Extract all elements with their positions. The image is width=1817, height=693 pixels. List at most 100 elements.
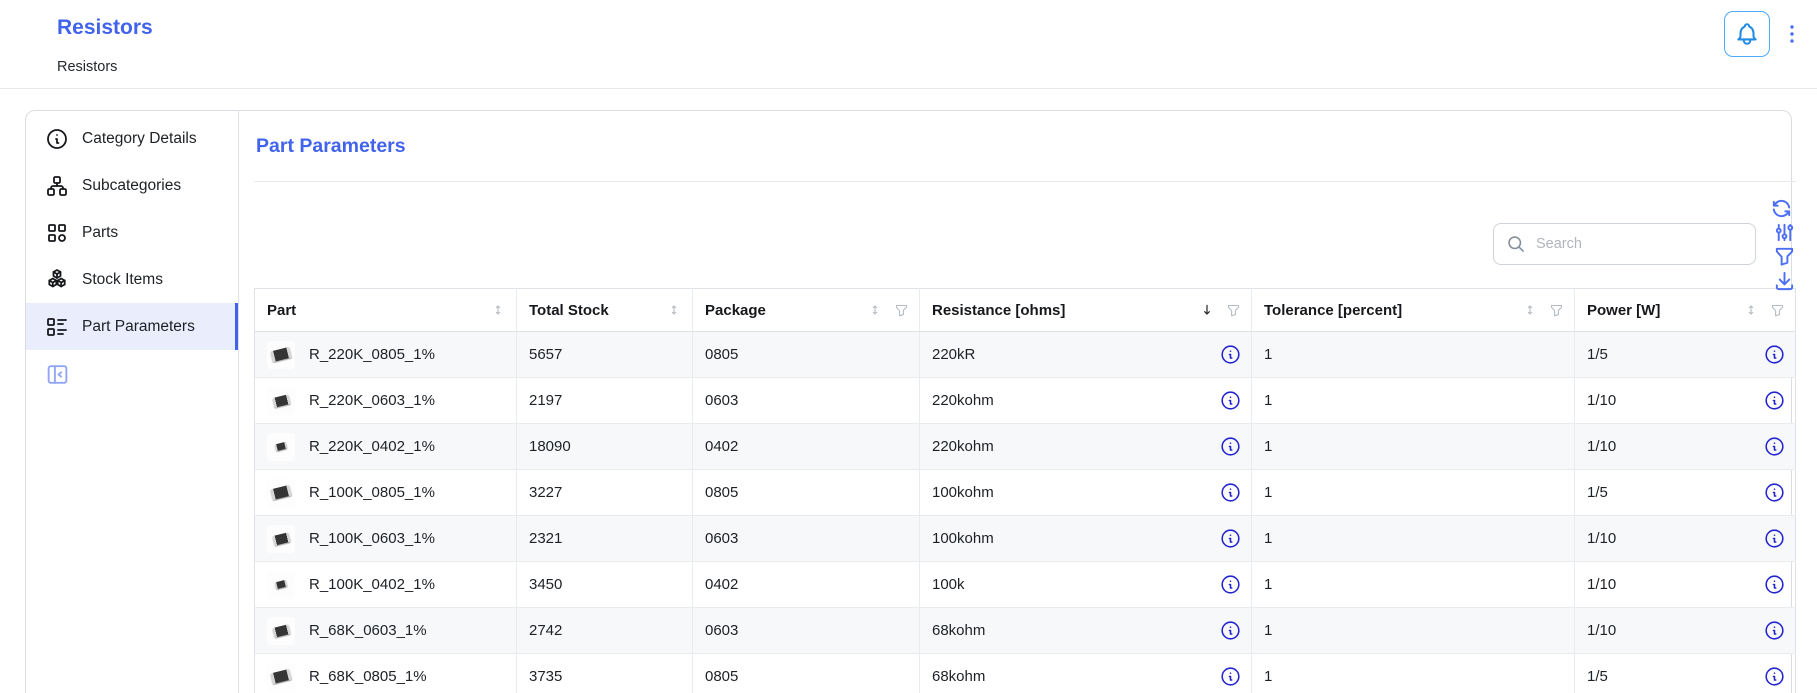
filter-icon <box>1773 245 1796 268</box>
tolerance-value: 1 <box>1264 346 1272 363</box>
column-filter-icon[interactable] <box>1226 303 1241 318</box>
part-parameters-table: Part Total Stock Package Resistance [ohms] T… <box>254 288 1796 693</box>
table-row[interactable]: R_100K_0402_1%34500402100k11/10 <box>255 562 1796 608</box>
panel-tabs: Category Details Subcategories Parts Stock … <box>26 111 239 693</box>
refresh-button[interactable] <box>1769 196 1793 220</box>
info-icon <box>1764 528 1785 549</box>
column-filter-icon[interactable] <box>894 303 909 318</box>
power-info-button[interactable] <box>1763 482 1785 504</box>
sidebar-item-label: Subcategories <box>82 177 181 195</box>
notifications-button[interactable] <box>1724 11 1770 57</box>
package-value: 0805 <box>705 346 738 363</box>
total-stock-value: 3227 <box>529 484 562 501</box>
column-header-resistance-ohms[interactable]: Resistance [ohms] <box>920 289 1252 332</box>
package-value: 0603 <box>705 622 738 639</box>
sort-updown-icon <box>666 302 682 318</box>
table-row[interactable]: R_220K_0603_1%21970603220kohm11/10 <box>255 378 1796 424</box>
power-info-button[interactable] <box>1763 390 1785 412</box>
resistance-value: 220kohm <box>932 438 994 455</box>
column-filter-icon[interactable] <box>1549 303 1564 318</box>
tolerance-value: 1 <box>1264 438 1272 455</box>
sort-updown-icon <box>867 302 883 318</box>
column-header-package[interactable]: Package <box>693 289 920 332</box>
table-row[interactable]: R_220K_0805_1%56570805220kR11/5 <box>255 332 1796 378</box>
part-name: R_68K_0805_1% <box>309 668 427 685</box>
resistance-info-button[interactable] <box>1219 482 1241 504</box>
refresh-icon <box>1770 197 1793 220</box>
sidebar-item-part-parameters[interactable]: Part Parameters <box>26 303 238 350</box>
power-value: 1/5 <box>1587 346 1608 363</box>
resistance-info-button[interactable] <box>1219 666 1241 688</box>
resistance-info-button[interactable] <box>1219 574 1241 596</box>
total-stock-value: 2321 <box>529 530 562 547</box>
power-info-button[interactable] <box>1763 666 1785 688</box>
power-info-button[interactable] <box>1763 436 1785 458</box>
info-icon <box>1220 344 1241 365</box>
sidebar-item-stock-items[interactable]: Stock Items <box>26 256 238 303</box>
resistance-info-button[interactable] <box>1219 436 1241 458</box>
sidebar-item-category-details[interactable]: Category Details <box>26 115 238 162</box>
resistance-info-button[interactable] <box>1219 528 1241 550</box>
column-header-part[interactable]: Part <box>255 289 517 332</box>
sitemap-icon <box>45 174 69 198</box>
table-row[interactable]: R_68K_0805_1%3735080568kohm11/5 <box>255 654 1796 693</box>
resistance-info-button[interactable] <box>1219 390 1241 412</box>
part-thumbnail <box>267 617 295 645</box>
part-thumbnail <box>267 479 295 507</box>
column-label: Tolerance [percent] <box>1264 302 1402 319</box>
package-value: 0603 <box>705 530 738 547</box>
resistance-info-button[interactable] <box>1219 344 1241 366</box>
resistance-value: 68kohm <box>932 668 985 685</box>
package-value: 0805 <box>705 668 738 685</box>
overflow-menu-button[interactable] <box>1779 11 1805 57</box>
sort-desc-icon <box>1199 302 1215 318</box>
column-label: Power [W] <box>1587 302 1660 319</box>
power-value: 1/10 <box>1587 622 1616 639</box>
part-name: R_100K_0805_1% <box>309 484 435 501</box>
power-info-button[interactable] <box>1763 528 1785 550</box>
tolerance-value: 1 <box>1264 530 1272 547</box>
column-label: Total Stock <box>529 302 609 319</box>
resistance-value: 100kohm <box>932 484 994 501</box>
part-thumbnail <box>267 341 295 369</box>
part-name: R_100K_0603_1% <box>309 530 435 547</box>
info-icon <box>1764 482 1785 503</box>
tolerance-value: 1 <box>1264 392 1272 409</box>
power-info-button[interactable] <box>1763 574 1785 596</box>
table-row[interactable]: R_68K_0603_1%2742060368kohm11/10 <box>255 608 1796 654</box>
column-header-power-w[interactable]: Power [W] <box>1575 289 1796 332</box>
table-filters-button[interactable] <box>1772 244 1796 268</box>
download-data-button[interactable] <box>1772 268 1796 292</box>
packages-icon <box>45 268 69 292</box>
breadcrumb[interactable]: Resistors <box>57 59 117 75</box>
info-icon <box>1764 390 1785 411</box>
total-stock-value: 2742 <box>529 622 562 639</box>
search-input[interactable] <box>1536 236 1745 252</box>
part-name: R_100K_0402_1% <box>309 576 435 593</box>
part-name: R_220K_0603_1% <box>309 392 435 409</box>
power-info-button[interactable] <box>1763 620 1785 642</box>
package-value: 0402 <box>705 438 738 455</box>
list-details-icon <box>45 315 69 339</box>
tolerance-value: 1 <box>1264 484 1272 501</box>
sidebar-collapse-button[interactable] <box>45 361 71 387</box>
download-icon <box>1773 269 1796 292</box>
column-header-tolerance-percent[interactable]: Tolerance [percent] <box>1252 289 1575 332</box>
part-thumbnail <box>267 387 295 415</box>
table-columns-button[interactable] <box>1772 220 1796 244</box>
table-row[interactable]: R_100K_0805_1%32270805100kohm11/5 <box>255 470 1796 516</box>
sidebar-item-parts[interactable]: Parts <box>26 209 238 256</box>
package-value: 0805 <box>705 484 738 501</box>
table-row[interactable]: R_100K_0603_1%23210603100kohm11/10 <box>255 516 1796 562</box>
column-filter-icon[interactable] <box>1770 303 1785 318</box>
sort-updown-icon <box>1743 302 1759 318</box>
sidebar-item-label: Parts <box>82 224 118 242</box>
resistance-info-button[interactable] <box>1219 620 1241 642</box>
sidebar-item-subcategories[interactable]: Subcategories <box>26 162 238 209</box>
column-label: Package <box>705 302 766 319</box>
info-icon <box>1764 344 1785 365</box>
info-icon <box>1220 528 1241 549</box>
power-info-button[interactable] <box>1763 344 1785 366</box>
column-header-total-stock[interactable]: Total Stock <box>517 289 693 332</box>
table-row[interactable]: R_220K_0402_1%180900402220kohm11/10 <box>255 424 1796 470</box>
